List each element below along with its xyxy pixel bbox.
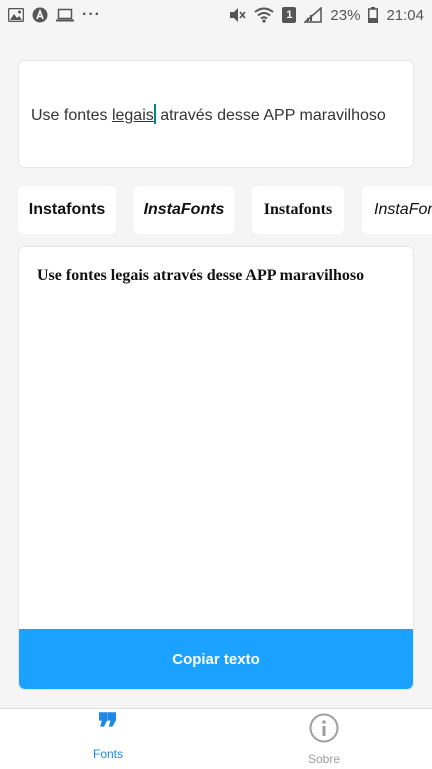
styled-output-text: Use fontes legais através desse APP mara… [37, 267, 365, 284]
wifi-icon [254, 7, 275, 23]
input-text[interactable]: Use fontes legais através desse APP mara… [31, 103, 386, 125]
more-notifications: ··· [82, 6, 101, 23]
image-icon [8, 8, 24, 22]
sim-label: 1 [286, 9, 293, 21]
input-text-after: através desse APP maravilhoso [155, 106, 386, 124]
info-icon [309, 713, 339, 746]
font-chip-bold-sans[interactable]: Instafonts [18, 186, 116, 234]
font-chip-bold-serif[interactable]: Instafonts [252, 186, 344, 234]
clock: 21:04 [386, 6, 424, 24]
laptop-icon [56, 8, 74, 22]
nav-item-sobre[interactable]: Sobre [216, 709, 432, 769]
status-right: 1 23% 21:04 [228, 7, 424, 24]
status-left: ··· [8, 6, 101, 24]
status-bar: ··· 1 23% 21:04 [0, 0, 432, 30]
output-card: Use fontes legais através desse APP mara… [18, 246, 414, 690]
font-chip-bold-italic-sans[interactable]: InstaFonts [134, 186, 234, 234]
alert-a-icon [32, 7, 48, 23]
input-text-underlined-word: legais [111, 106, 154, 124]
quote-icon: ❞ [97, 705, 119, 752]
nav-item-sobre-label: Sobre [307, 751, 341, 766]
battery-icon [368, 7, 379, 23]
nav-item-fonts[interactable]: ❞ Fonts [0, 709, 216, 769]
mute-icon [228, 7, 247, 23]
font-chip-italic-sans[interactable]: InstaFonts [362, 186, 432, 234]
battery-percent: 23% [330, 6, 361, 24]
text-input[interactable]: Use fontes legais através desse APP mara… [18, 60, 414, 168]
copy-text-button[interactable]: Copiar texto [19, 629, 413, 689]
font-style-list[interactable]: Instafonts InstaFonts Instafonts InstaFo… [18, 186, 432, 234]
input-text-before: Use fontes [31, 106, 112, 124]
sim-1-icon: 1 [282, 7, 297, 23]
bottom-navigation: ❞ Fonts Sobre [0, 708, 432, 769]
signal-icon [304, 7, 323, 23]
nav-item-fonts-label: Fonts [92, 747, 123, 761]
